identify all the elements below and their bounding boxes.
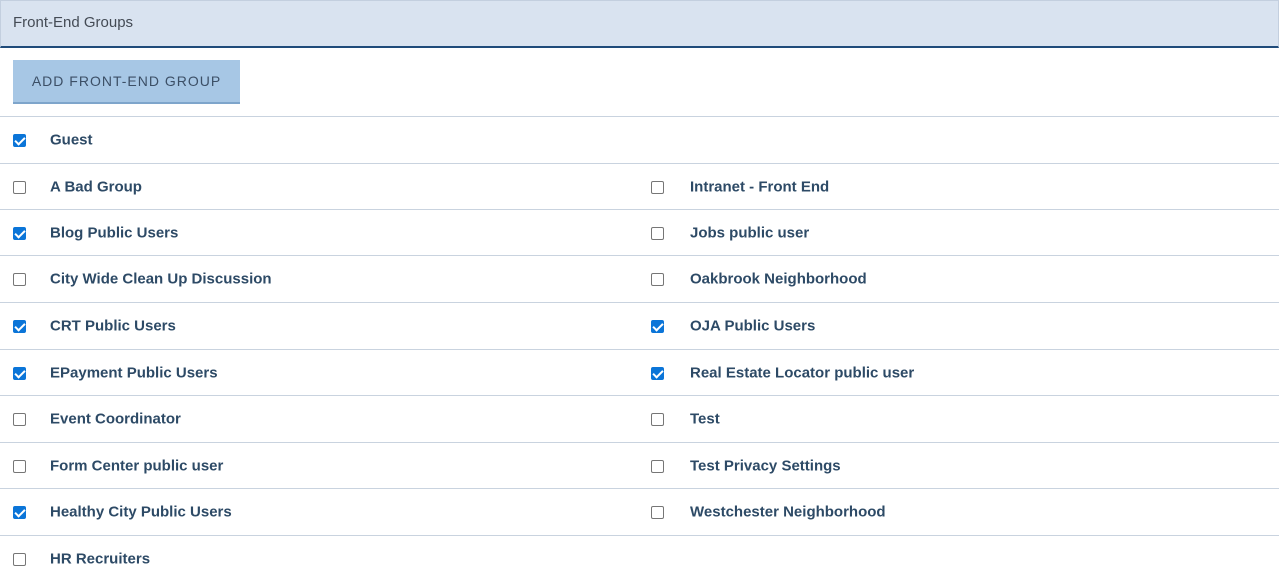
group-left-2-item: City Wide Clean Up Discussion (0, 256, 640, 302)
group-right-3-checkbox[interactable] (651, 320, 664, 333)
group-left-8-checkbox[interactable] (13, 552, 26, 566)
group-right-1-label[interactable]: Jobs public user (690, 224, 809, 241)
group-left-0-label[interactable]: A Bad Group (50, 178, 142, 195)
group-left-7-checkbox[interactable] (13, 506, 26, 519)
group-right-6-label[interactable]: Test Privacy Settings (690, 457, 841, 474)
guest-checkbox[interactable] (13, 134, 26, 147)
group-row: City Wide Clean Up Discussion Oakbrook Ne… (0, 255, 1279, 302)
group-left-4-checkbox[interactable] (13, 366, 26, 380)
group-left-2-checkbox[interactable] (13, 273, 26, 286)
guest-label[interactable]: Guest (50, 132, 93, 149)
group-right-0-item: Intranet - Front End (640, 164, 1279, 209)
group-right-4-checkbox[interactable] (651, 366, 664, 380)
group-left-6-label[interactable]: Form Center public user (50, 457, 223, 474)
group-right-5-label[interactable]: Test (690, 411, 720, 428)
group-left-7-item: Healthy City Public Users (0, 489, 640, 535)
group-left-5-label[interactable]: Event Coordinator (50, 411, 181, 428)
group-right-6-checkbox[interactable] (651, 459, 664, 473)
group-left-2-label[interactable]: City Wide Clean Up Discussion (50, 271, 272, 288)
group-left-4-item: EPayment Public Users (0, 350, 640, 395)
group-left-3-item: CRT Public Users (0, 303, 640, 349)
group-row: Form Center public user Test Privacy Sett… (0, 442, 1279, 488)
group-right-4-label[interactable]: Real Estate Locator public user (690, 364, 914, 381)
group-right-1-checkbox[interactable] (651, 226, 664, 240)
group-right-0-checkbox[interactable] (651, 180, 664, 194)
group-right-6-item: Test Privacy Settings (640, 443, 1279, 488)
group-right-1-item: Jobs public user (640, 210, 1279, 255)
guest-item: Guest (0, 117, 640, 163)
group-right-4-item: Real Estate Locator public user (640, 350, 1279, 395)
group-left-5-item: Event Coordinator (0, 396, 640, 442)
group-row: EPayment Public Users Real Estate Locator… (0, 349, 1279, 395)
panel-header: Front-End Groups (0, 0, 1279, 48)
group-left-1-item: Blog Public Users (0, 210, 640, 255)
group-right-2-item: Oakbrook Neighborhood (640, 256, 1279, 302)
group-left-7-label[interactable]: Healthy City Public Users (50, 504, 232, 521)
group-right-0-label[interactable]: Intranet - Front End (690, 178, 829, 195)
group-row: Event Coordinator Test (0, 395, 1279, 442)
group-left-0-item: A Bad Group (0, 164, 640, 209)
group-row: HR Recruiters (0, 535, 1279, 581)
group-left-1-label[interactable]: Blog Public Users (50, 224, 178, 241)
group-left-3-label[interactable]: CRT Public Users (50, 318, 176, 335)
group-row: A Bad Group Intranet - Front End (0, 163, 1279, 209)
group-left-3-checkbox[interactable] (13, 320, 26, 333)
group-left-6-item: Form Center public user (0, 443, 640, 488)
group-row: Healthy City Public Users Westchester Nei… (0, 488, 1279, 535)
add-front-end-group-button[interactable]: ADD FRONT-END GROUP (13, 60, 240, 104)
group-left-6-checkbox[interactable] (13, 459, 26, 473)
group-right-7-item: Westchester Neighborhood (640, 489, 1279, 535)
group-row: Blog Public Users Jobs public user (0, 209, 1279, 255)
group-left-4-label[interactable]: EPayment Public Users (50, 364, 218, 381)
group-left-8-label[interactable]: HR Recruiters (50, 550, 150, 567)
group-left-8-item: HR Recruiters (0, 536, 640, 581)
group-right-7-checkbox[interactable] (651, 506, 664, 519)
group-left-1-checkbox[interactable] (13, 226, 26, 240)
group-right-3-label[interactable]: OJA Public Users (690, 318, 815, 335)
group-right-3-item: OJA Public Users (640, 303, 1279, 349)
panel-title: Front-End Groups (13, 14, 134, 31)
group-right-2-checkbox[interactable] (651, 273, 664, 286)
group-right-2-label[interactable]: Oakbrook Neighborhood (690, 271, 867, 288)
group-left-5-checkbox[interactable] (13, 413, 26, 426)
group-right-5-checkbox[interactable] (651, 413, 664, 426)
group-left-0-checkbox[interactable] (13, 180, 26, 194)
group-right-5-item: Test (640, 396, 1279, 442)
group-row: Guest (0, 116, 1279, 163)
group-right-7-label[interactable]: Westchester Neighborhood (690, 504, 886, 521)
group-row: CRT Public Users OJA Public Users (0, 302, 1279, 349)
